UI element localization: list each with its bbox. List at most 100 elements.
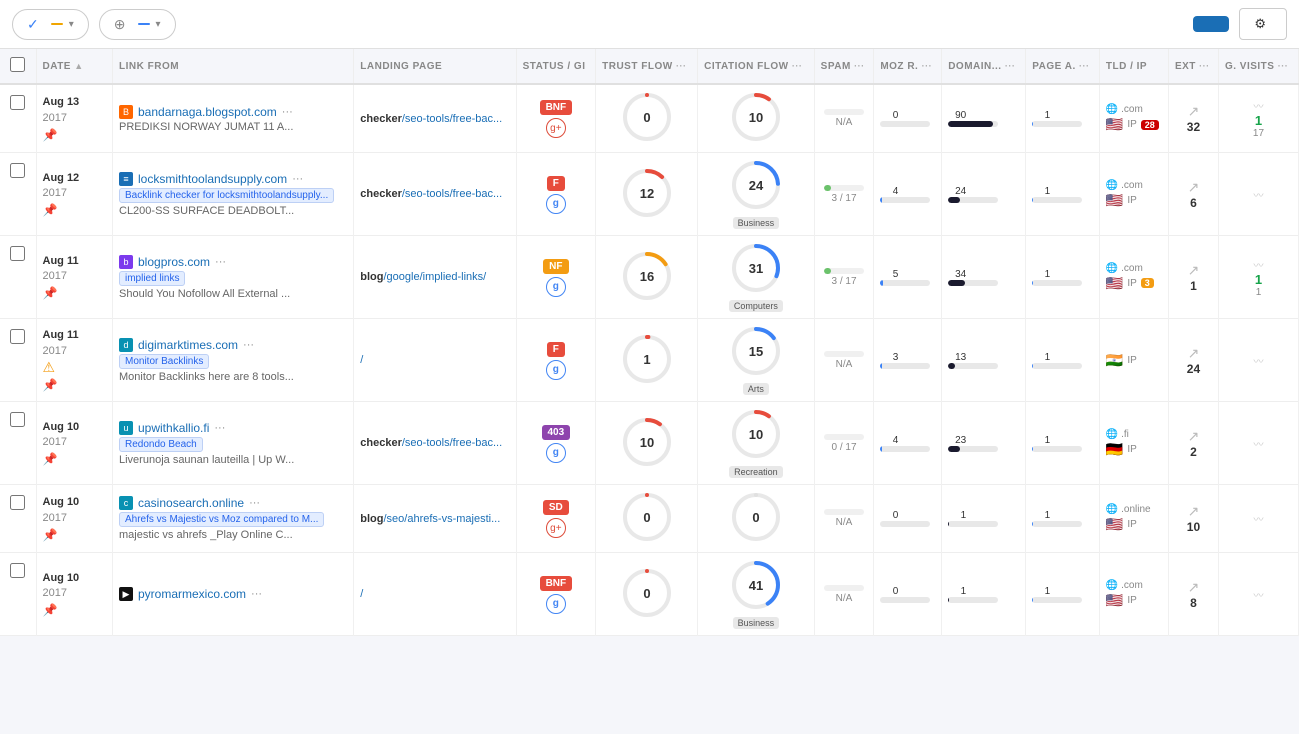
- with-selected-badge: [51, 23, 63, 25]
- domain-dots: ···: [215, 256, 226, 268]
- ext-cell: ↗2: [1168, 402, 1218, 485]
- date-header[interactable]: DATE ▲: [36, 49, 113, 84]
- category-badge: Business: [733, 217, 780, 229]
- ext-value: 2: [1175, 445, 1212, 459]
- svg-text:12: 12: [639, 186, 653, 201]
- date-cell: Aug 122017📌: [36, 153, 113, 236]
- link-from-header[interactable]: LINK FROM: [113, 49, 354, 84]
- domain-num: 13: [948, 352, 966, 363]
- backlinks-table: DATE ▲ LINK FROM LANDING PAGE STATUS / G…: [0, 49, 1299, 636]
- trust-flow-cell: 16: [596, 236, 698, 319]
- svg-text:10: 10: [639, 435, 653, 450]
- row-select-cell: [0, 553, 36, 636]
- domain-name[interactable]: upwithkallio.fi: [138, 421, 209, 435]
- landing-path-rest[interactable]: /google/implied-links/: [384, 271, 487, 283]
- spam-cell: N/A: [814, 553, 874, 636]
- filters-button[interactable]: ⚙: [1239, 8, 1287, 40]
- domain-header[interactable]: DOMAIN... ···: [942, 49, 1026, 84]
- spam-cell: N/A: [814, 84, 874, 153]
- select-all-checkbox[interactable]: [10, 57, 25, 72]
- add-backlinks-button[interactable]: [1193, 16, 1229, 32]
- external-link-icon: ↗: [1175, 103, 1212, 120]
- landing-path-rest[interactable]: /: [360, 588, 363, 600]
- row-checkbox[interactable]: [10, 329, 25, 344]
- landing-path-rest[interactable]: /seo/ahrefs-vs-majesti...: [384, 513, 501, 525]
- with-selected-button[interactable]: ✓ ▾: [12, 9, 89, 40]
- select-all-header[interactable]: [0, 49, 36, 84]
- landing-path-rest[interactable]: /seo-tools/free-bac...: [402, 437, 502, 449]
- domain-name[interactable]: locksmithtoolandsupply.com: [138, 172, 287, 186]
- landing-path-rest[interactable]: /seo-tools/free-bac...: [402, 113, 502, 125]
- domain-bar-fill: [948, 121, 993, 127]
- domain-score-cell: 1: [942, 485, 1026, 553]
- landing-path-rest[interactable]: /seo-tools/free-bac...: [402, 188, 502, 200]
- tld-ip-cell: 🇮🇳 IP: [1099, 319, 1168, 402]
- with-all-badge: [138, 23, 150, 25]
- google-plus-icon: g+: [546, 518, 566, 538]
- pagea-num: 1: [1032, 510, 1050, 521]
- landing-path-rest[interactable]: /: [360, 354, 363, 366]
- table-row: Aug 112017⚠📌ddigimarktimes.com···Monitor…: [0, 319, 1299, 402]
- gvisits-cell: 〰11: [1218, 236, 1298, 319]
- domain-bar: [948, 521, 998, 527]
- pagea-bar: [1032, 521, 1082, 527]
- domain-name[interactable]: digimarktimes.com: [138, 338, 238, 352]
- moz-r-cell: 4: [874, 402, 942, 485]
- status-cell: SDg+: [516, 485, 596, 553]
- moz-bar: [880, 121, 930, 127]
- pin-icon: 📌: [43, 378, 107, 392]
- page-a-header[interactable]: PAGE A. ···: [1026, 49, 1100, 84]
- tld-type: 🌐 .online: [1106, 504, 1151, 515]
- gvisits-header[interactable]: G. VISITS ···: [1218, 49, 1298, 84]
- trust-flow-header[interactable]: TRUST FLOW ···: [596, 49, 698, 84]
- trust-flow-cell: 1: [596, 319, 698, 402]
- sparkline-icon: 〰: [1225, 587, 1292, 602]
- date-cell: Aug 132017📌: [36, 84, 113, 153]
- sparkline-icon: 〰: [1225, 257, 1292, 272]
- pin-icon: 📌: [43, 203, 107, 217]
- date-cell: Aug 102017📌: [36, 402, 113, 485]
- ext-value: 8: [1175, 596, 1212, 610]
- cf-svg: 10: [730, 408, 782, 460]
- tld-ip-header[interactable]: TLD / IP: [1099, 49, 1168, 84]
- domain-name[interactable]: casinosearch.online: [138, 496, 244, 510]
- gvisits-sub: 17: [1225, 128, 1292, 139]
- ext-value: 10: [1175, 520, 1212, 534]
- domain-name[interactable]: blogpros.com: [138, 255, 210, 269]
- sparkline-icon: 〰: [1225, 187, 1292, 202]
- domain-name[interactable]: pyromarmexico.com: [138, 587, 246, 601]
- status-gi-header[interactable]: STATUS / GI: [516, 49, 596, 84]
- landing-page-header[interactable]: LANDING PAGE: [354, 49, 516, 84]
- status-badge: BNF: [540, 576, 573, 591]
- tag: implied links: [119, 271, 185, 286]
- landing-path-bold: checker: [360, 113, 402, 125]
- spam-bar-wrap: [824, 351, 864, 357]
- row-checkbox[interactable]: [10, 163, 25, 178]
- domain-name[interactable]: bandarnaga.blogspot.com: [138, 105, 277, 119]
- sort-icon: ▲: [74, 61, 83, 71]
- ext-header[interactable]: EXT ···: [1168, 49, 1218, 84]
- domain-bar: [948, 280, 998, 286]
- with-all-button[interactable]: ⊕ ▾: [99, 9, 176, 40]
- row-select-cell: [0, 485, 36, 553]
- row-checkbox[interactable]: [10, 563, 25, 578]
- date-cell: Aug 112017⚠📌: [36, 319, 113, 402]
- date-text: Aug 10: [43, 421, 80, 433]
- pagea-bar-fill: [1032, 121, 1033, 127]
- gvisits-cell: 〰: [1218, 485, 1298, 553]
- row-checkbox[interactable]: [10, 495, 25, 510]
- citation-flow-header[interactable]: CITATION FLOW ···: [698, 49, 815, 84]
- row-checkbox[interactable]: [10, 95, 25, 110]
- date-text: Aug 11: [43, 329, 79, 341]
- row-checkbox[interactable]: [10, 246, 25, 261]
- domain-score-cell: 13: [942, 319, 1026, 402]
- pagea-num: 1: [1032, 269, 1050, 280]
- row-checkbox[interactable]: [10, 412, 25, 427]
- link-from-cell: ▶pyromarmexico.com···: [113, 553, 354, 636]
- spam-header[interactable]: SPAM ···: [814, 49, 874, 84]
- date-text: Aug 11: [43, 255, 79, 267]
- table-header-row: DATE ▲ LINK FROM LANDING PAGE STATUS / G…: [0, 49, 1299, 84]
- tld-type: 🌐 .com: [1106, 104, 1143, 115]
- moz-r-header[interactable]: MOZ R. ···: [874, 49, 942, 84]
- date-cell: Aug 102017📌: [36, 485, 113, 553]
